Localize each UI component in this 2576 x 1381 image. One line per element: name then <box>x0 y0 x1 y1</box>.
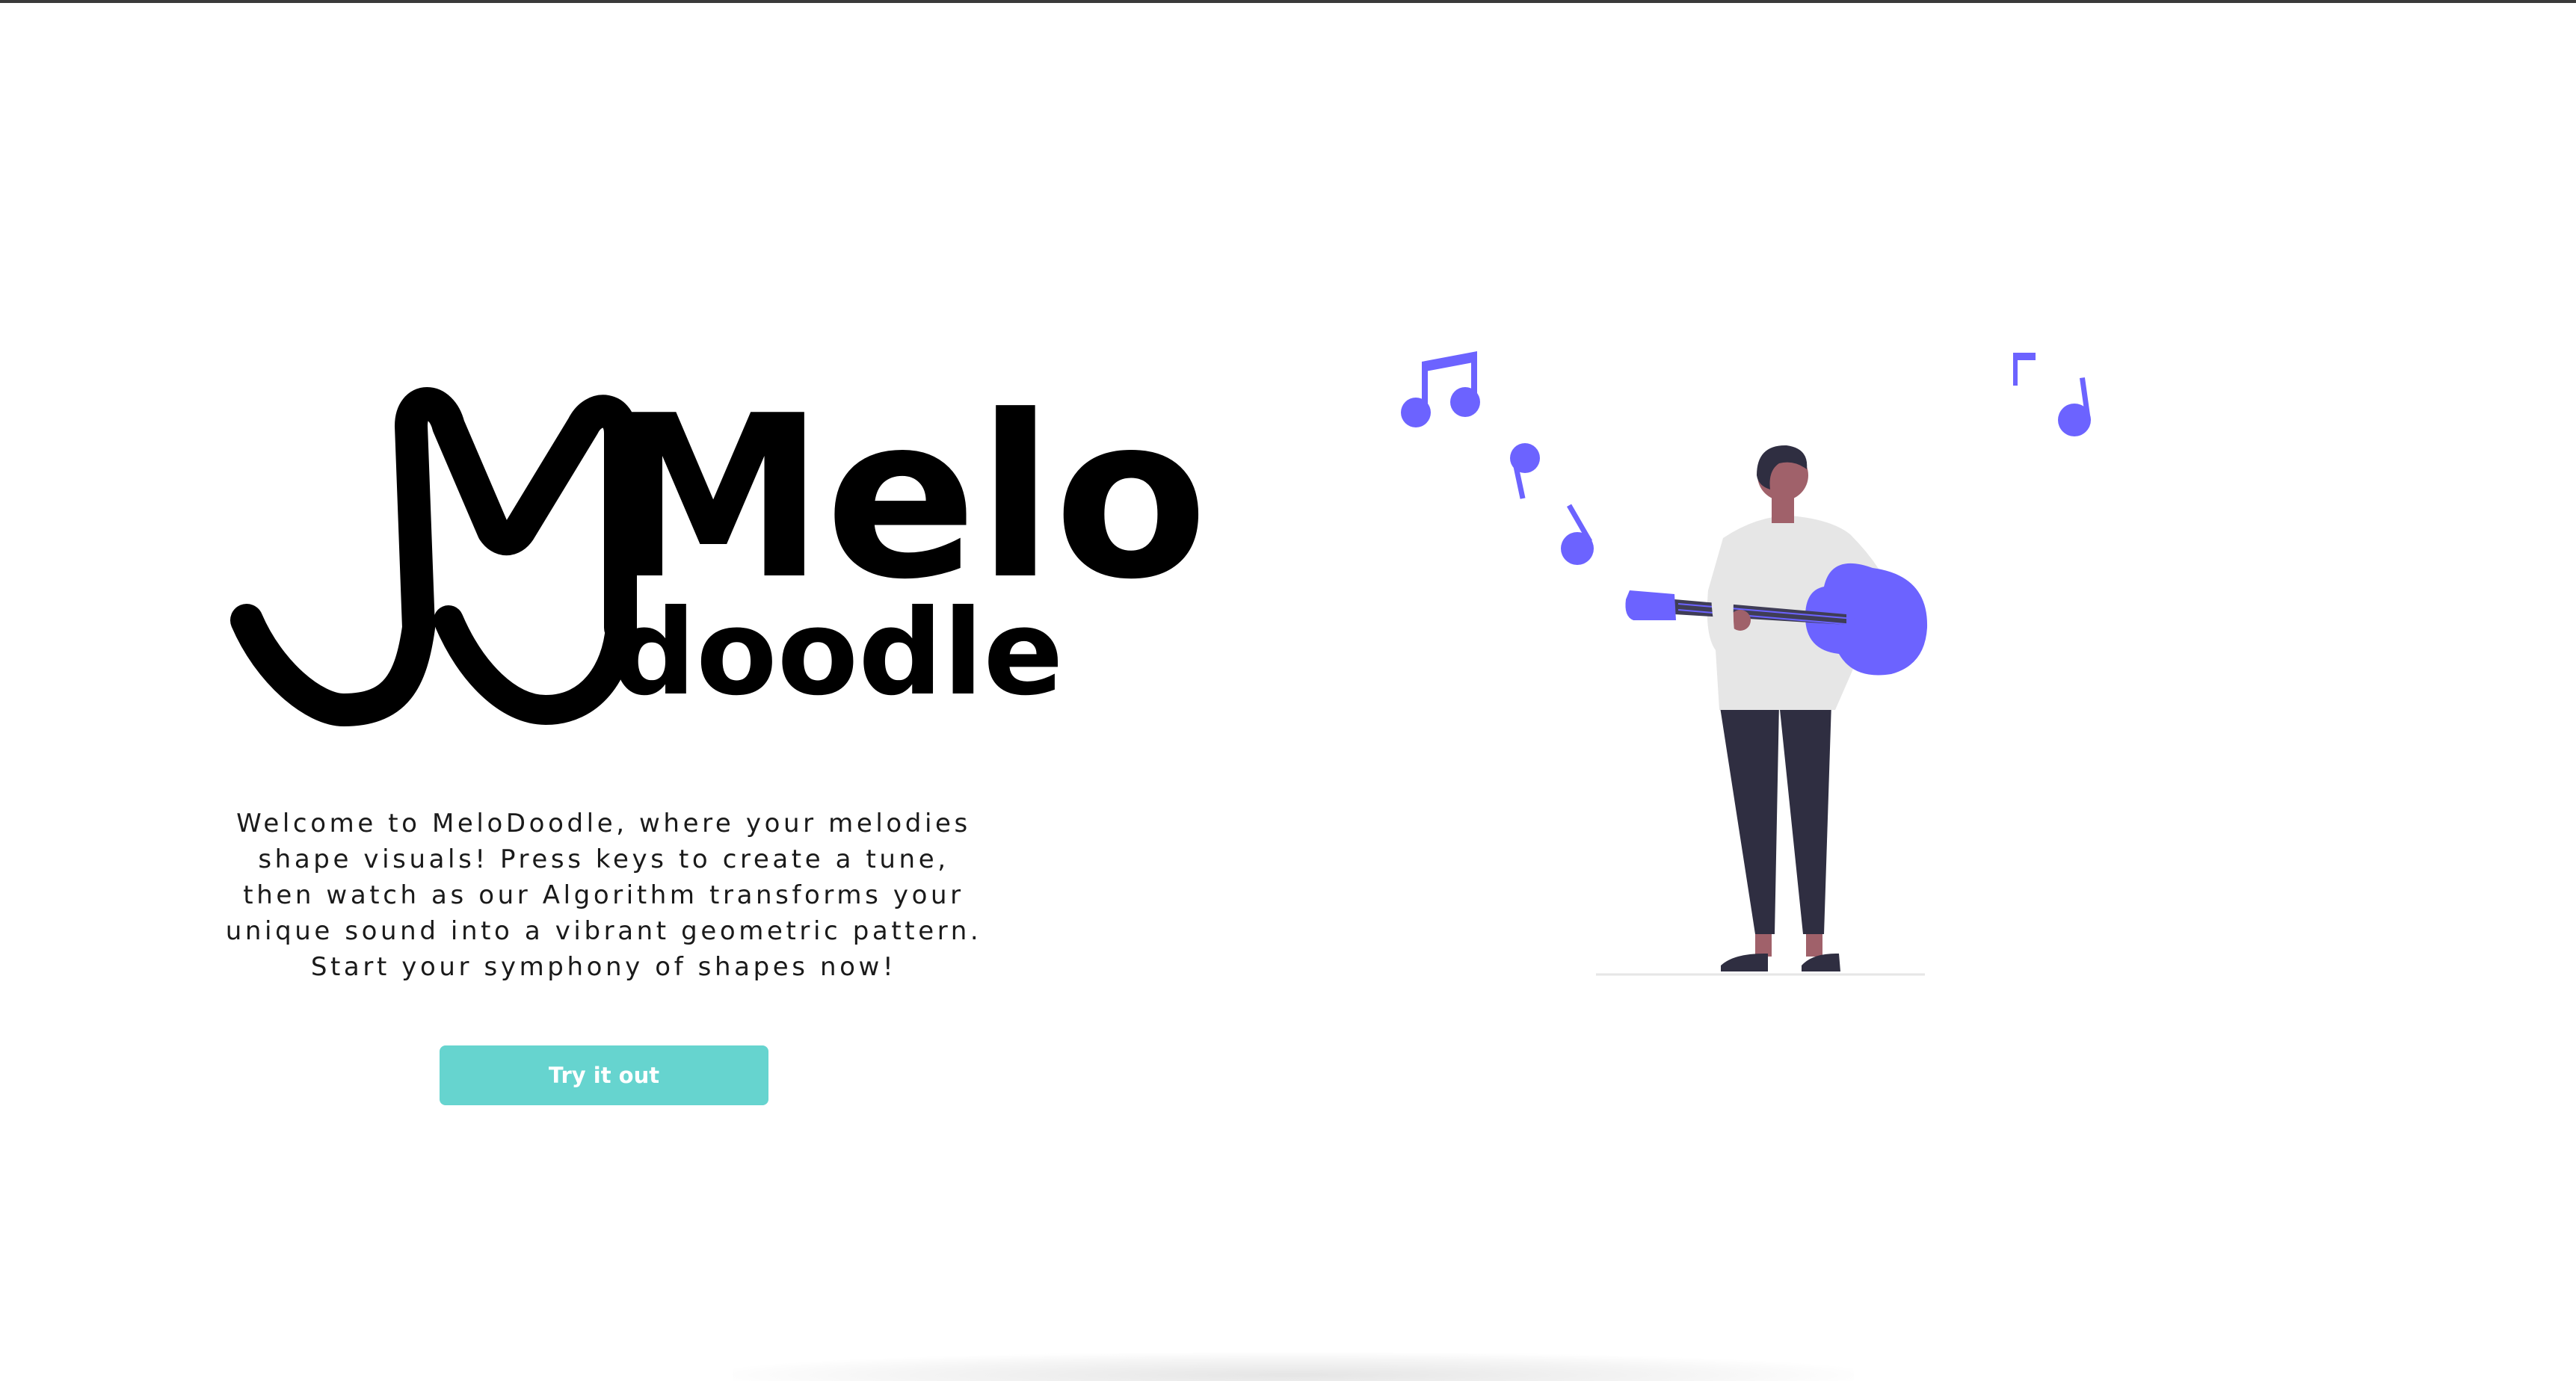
person-leg <box>1719 702 1779 934</box>
intro-line: Start your symphony of shapes now! <box>310 952 897 982</box>
music-note-icon <box>2013 353 2036 386</box>
intro-line: then watch as our Algorithm transforms y… <box>243 880 964 910</box>
try-it-out-button[interactable]: Try it out <box>440 1045 768 1105</box>
logo-graphic: Melo doodle <box>230 368 1208 726</box>
intro-line: unique sound into a vibrant geometric pa… <box>225 916 982 946</box>
guitar-player-illustration <box>1383 336 2130 994</box>
window-top-border <box>0 0 2576 3</box>
music-note-icon <box>2058 377 2092 436</box>
intro-description: Welcome to MeloDoodle, where your melodi… <box>202 806 1005 985</box>
bottom-card-shadow <box>733 1353 1854 1381</box>
person-leg <box>1779 702 1831 934</box>
logo-text-doodle: doodle <box>611 584 1064 722</box>
landing-page: Melo doodle Welcome to MeloDoodle, where… <box>0 0 2576 1381</box>
person-shoe <box>1721 953 1768 971</box>
guitar-player-graphic <box>1401 351 2092 976</box>
music-note-icon <box>1561 504 1594 565</box>
music-note-icon <box>1510 443 1540 499</box>
intro-line: shape visuals! Press keys to create a tu… <box>258 844 949 874</box>
melodoodle-logo: Melo doodle <box>224 368 1208 732</box>
music-note-icon <box>1401 351 1480 427</box>
intro-line: Welcome to MeloDoodle, where your melodi… <box>236 809 971 838</box>
